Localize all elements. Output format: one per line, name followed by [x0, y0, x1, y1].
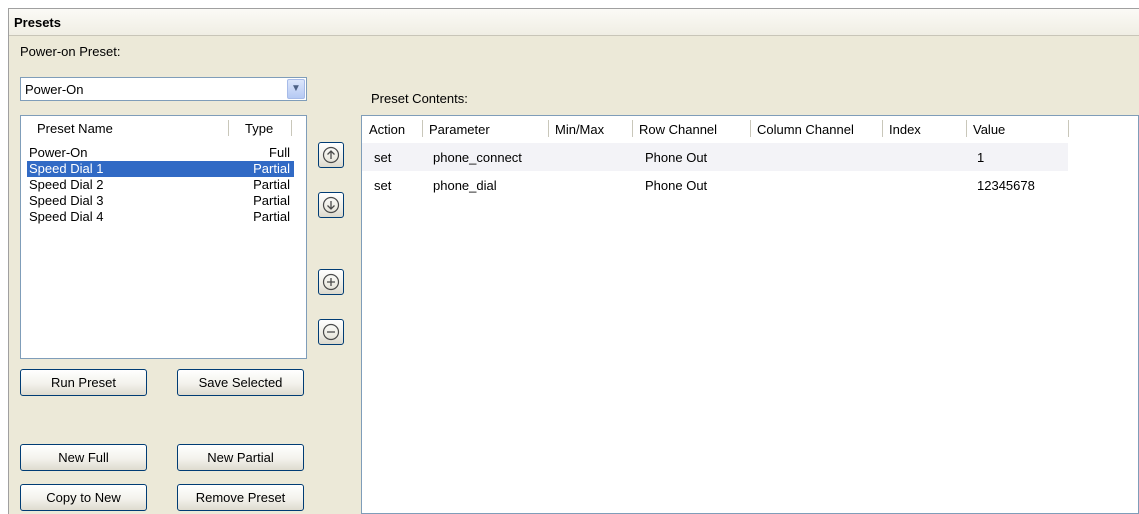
panel-title-bar: Presets — [9, 9, 1139, 36]
column-divider — [422, 120, 423, 137]
column-header-type[interactable]: Type — [245, 121, 273, 136]
preset-list[interactable]: Preset Name Type Power-On Full Speed Dia… — [20, 115, 307, 359]
column-header-preset-name[interactable]: Preset Name — [37, 121, 113, 136]
move-up-icon — [322, 146, 340, 164]
remove-preset-button[interactable]: Remove Preset — [177, 484, 304, 511]
column-divider — [291, 120, 292, 136]
preset-contents-grid[interactable]: Action Parameter Min/Max Row Channel Col… — [361, 115, 1139, 514]
power-on-preset-label: Power-on Preset: — [20, 44, 121, 59]
copy-to-new-button[interactable]: Copy to New — [20, 484, 147, 511]
column-header-min-max[interactable]: Min/Max — [555, 122, 604, 137]
preset-contents-label: Preset Contents: — [371, 91, 468, 106]
column-header-value[interactable]: Value — [973, 122, 1005, 137]
column-divider — [882, 120, 883, 137]
move-up-button[interactable] — [318, 142, 344, 168]
chevron-down-icon[interactable]: ▼ — [287, 79, 305, 99]
preset-name: Speed Dial 1 — [29, 161, 104, 176]
table-row[interactable]: set phone_dial Phone Out 12345678 — [362, 171, 1068, 199]
preset-type: Partial — [253, 193, 290, 208]
preset-row[interactable]: Power-On Full — [27, 145, 294, 161]
column-divider — [750, 120, 751, 137]
column-header-action[interactable]: Action — [369, 122, 405, 137]
preset-type: Partial — [253, 177, 290, 192]
cell-row-channel: Phone Out — [645, 178, 708, 193]
run-preset-button[interactable]: Run Preset — [20, 369, 147, 396]
column-divider — [966, 120, 967, 137]
preset-name: Speed Dial 3 — [29, 193, 104, 208]
preset-row[interactable]: Speed Dial 2 Partial — [27, 177, 294, 193]
move-down-icon — [322, 196, 340, 214]
add-icon — [322, 273, 340, 291]
cell-row-channel: Phone Out — [645, 150, 708, 165]
save-selected-button[interactable]: Save Selected — [177, 369, 304, 396]
column-header-row-channel[interactable]: Row Channel — [639, 122, 717, 137]
column-divider — [1068, 120, 1069, 137]
new-full-button[interactable]: New Full — [20, 444, 147, 471]
cell-action: set — [374, 150, 392, 165]
column-divider — [228, 120, 229, 136]
cell-parameter: phone_connect — [433, 150, 522, 165]
preset-list-header: Preset Name Type — [21, 116, 306, 140]
cell-value: 1 — [977, 150, 985, 165]
new-partial-button[interactable]: New Partial — [177, 444, 304, 471]
preset-row[interactable]: Speed Dial 4 Partial — [27, 209, 294, 225]
preset-name: Power-On — [29, 145, 88, 160]
preset-type: Partial — [253, 161, 290, 176]
column-divider — [548, 120, 549, 137]
move-down-button[interactable] — [318, 192, 344, 218]
grid-header: Action Parameter Min/Max Row Channel Col… — [362, 116, 1138, 141]
column-header-index[interactable]: Index — [889, 122, 921, 137]
remove-item-button[interactable] — [318, 319, 344, 345]
preset-name: Speed Dial 2 — [29, 177, 104, 192]
remove-icon — [322, 323, 340, 341]
cell-parameter: phone_dial — [433, 178, 497, 193]
column-header-column-channel[interactable]: Column Channel — [757, 122, 854, 137]
power-on-preset-dropdown[interactable]: Power-On ▼ — [20, 77, 307, 101]
preset-row-selected[interactable]: Speed Dial 1 Partial — [27, 161, 294, 177]
panel-title: Presets — [14, 15, 61, 30]
table-row[interactable]: set phone_connect Phone Out 1 — [362, 143, 1068, 171]
preset-type: Partial — [253, 209, 290, 224]
column-header-parameter[interactable]: Parameter — [429, 122, 490, 137]
preset-row[interactable]: Speed Dial 3 Partial — [27, 193, 294, 209]
presets-panel: Presets Power-on Preset: Power-On ▼ Pres… — [8, 8, 1139, 514]
add-item-button[interactable] — [318, 269, 344, 295]
cell-value: 12345678 — [977, 178, 1035, 193]
cell-action: set — [374, 178, 392, 193]
power-on-preset-value: Power-On — [25, 82, 84, 97]
preset-type: Full — [269, 145, 290, 160]
preset-name: Speed Dial 4 — [29, 209, 104, 224]
column-divider — [632, 120, 633, 137]
